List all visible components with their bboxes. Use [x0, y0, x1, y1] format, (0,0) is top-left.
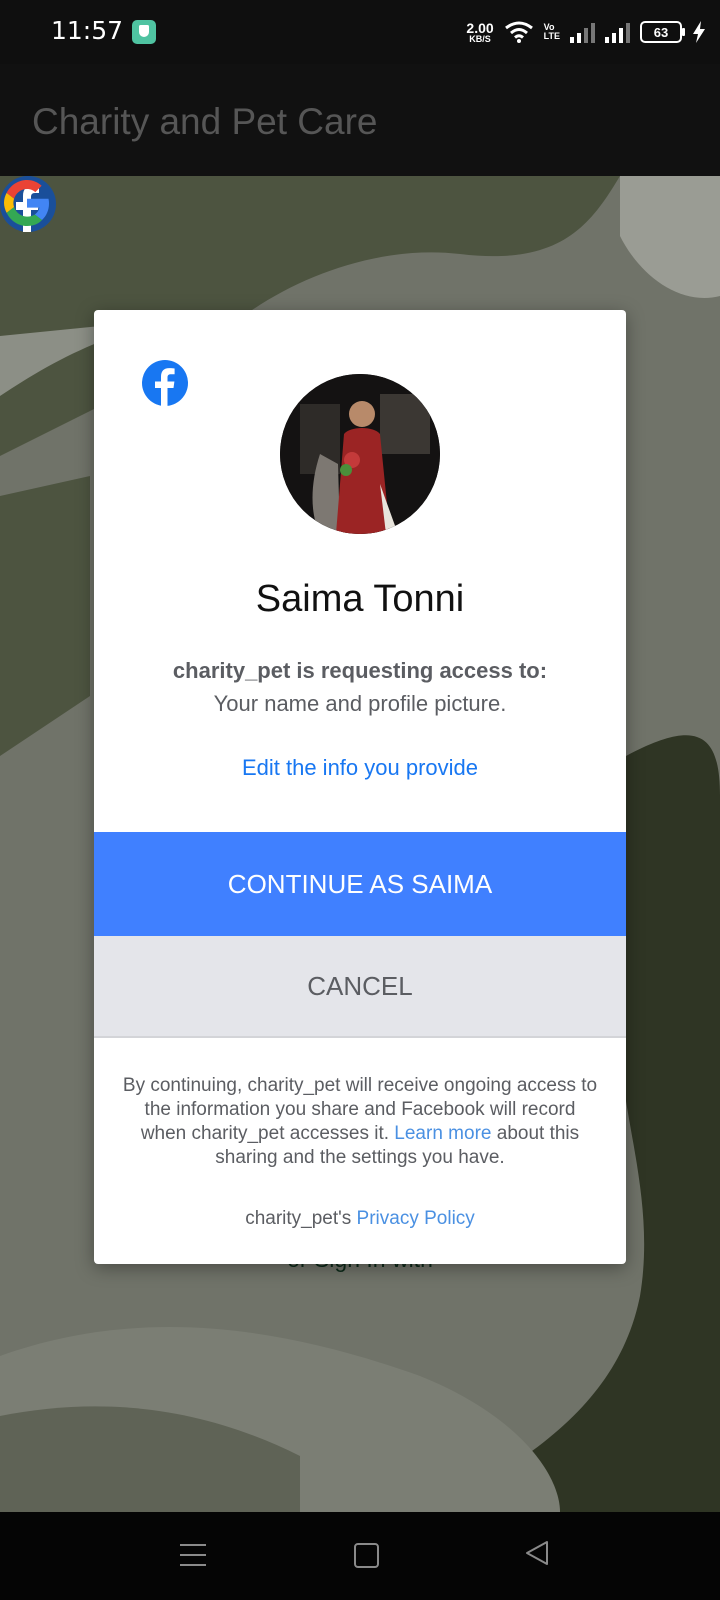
shield-app-icon — [132, 20, 156, 44]
network-speed-value: 2.00 — [466, 19, 494, 36]
status-time: 11:57 — [51, 16, 124, 45]
privacy-policy-link[interactable]: Privacy Policy — [357, 1208, 475, 1229]
privacy-line: charity_pet's Privacy Policy — [94, 1208, 626, 1230]
google-icon[interactable] — [0, 176, 54, 230]
edit-info-link[interactable]: Edit the info you provide — [94, 755, 626, 781]
network-speed-unit: KB/S — [469, 33, 491, 44]
status-indicators: 2.00 KB/S Vo LTE 63 — [466, 14, 706, 50]
sharing-disclaimer: By continuing, charity_pet will receive … — [122, 1074, 598, 1170]
wifi-icon — [504, 21, 533, 43]
charging-icon — [693, 21, 705, 43]
cancel-button[interactable]: CANCEL — [94, 936, 626, 1038]
continue-button[interactable]: CONTINUE AS SAIMA — [94, 832, 626, 936]
volte-bottom: LTE — [543, 31, 560, 41]
facebook-logo-icon — [142, 360, 188, 406]
app-title: Charity and Pet Care — [32, 101, 378, 142]
signal-icon — [570, 21, 595, 43]
battery-level: 63 — [653, 24, 669, 40]
app-bar: Charity and Pet Care — [0, 64, 720, 176]
access-request-title: charity_pet is requesting access to: — [172, 658, 548, 683]
network-speed: 2.00 KB/S — [466, 21, 493, 44]
battery-icon: 63 — [640, 21, 685, 43]
user-name: Saima Tonni — [255, 578, 465, 620]
access-request-detail: Your name and profile picture. — [213, 691, 507, 716]
back-icon[interactable] — [524, 1540, 550, 1566]
profile-photo — [280, 374, 440, 534]
avatar — [280, 374, 440, 534]
navigation-bar — [0, 1512, 720, 1600]
privacy-prefix: charity_pet's — [245, 1208, 352, 1229]
home-icon[interactable] — [354, 1543, 379, 1568]
signal-icon-2 — [605, 21, 630, 43]
menu-icon[interactable] — [180, 1544, 206, 1574]
facebook-login-dialog: Saima Tonni charity_pet is requesting ac… — [94, 310, 626, 1264]
learn-more-link[interactable]: Learn more — [394, 1123, 491, 1144]
volte-indicator: Vo LTE — [544, 23, 560, 41]
status-bar: 11:57 2.00 KB/S Vo LTE 63 — [0, 0, 720, 64]
